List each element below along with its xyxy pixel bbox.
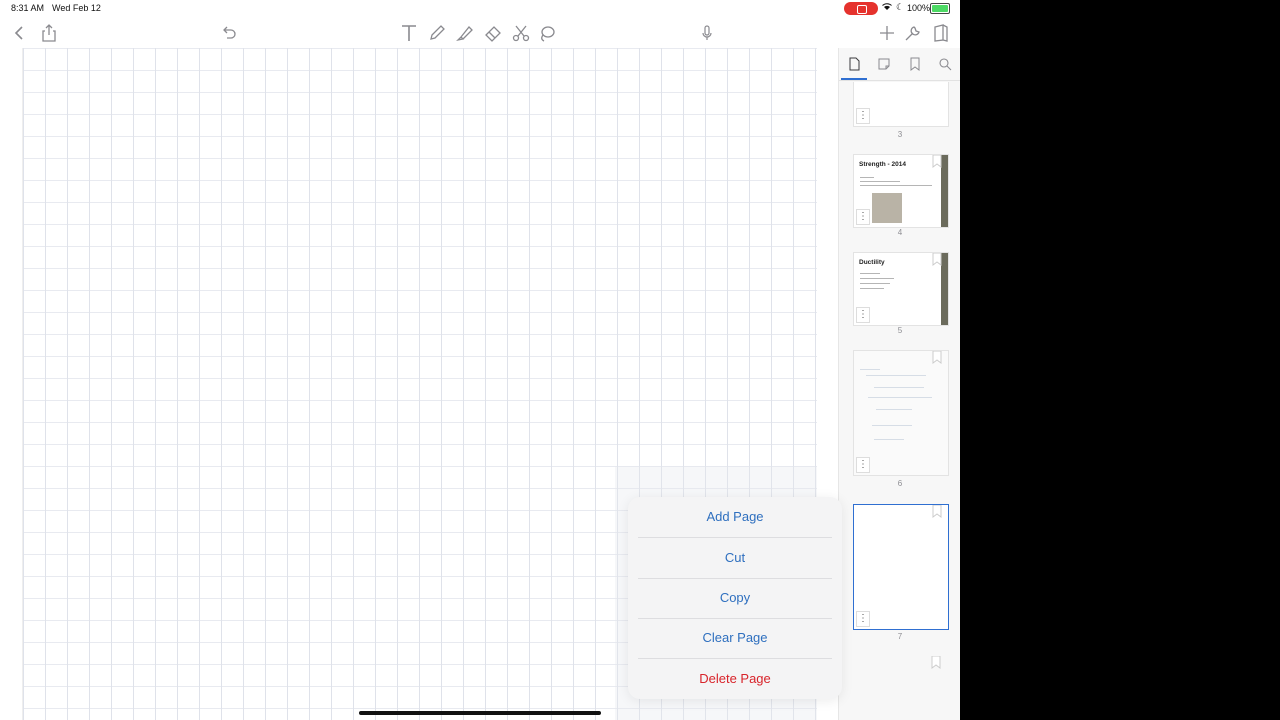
outline-tab-icon[interactable]: [875, 54, 893, 74]
status-date: Wed Feb 12: [52, 3, 101, 13]
page-number: 7: [897, 632, 903, 641]
cut-menu-item[interactable]: Cut: [628, 538, 842, 578]
page-number: 6: [897, 479, 903, 488]
home-indicator[interactable]: [359, 711, 601, 715]
bookmark-tab-icon[interactable]: [906, 54, 924, 74]
thumbnail-side-bar: [941, 253, 948, 325]
add-page-menu-item[interactable]: Add Page: [628, 497, 842, 537]
page-thumbnail-selected[interactable]: ⋮: [853, 504, 949, 630]
page-thumbnail[interactable]: Strength - 2014 ⋮: [853, 154, 949, 228]
thumbnail-title: Ductility: [859, 259, 885, 266]
page-number: 3: [897, 130, 903, 139]
search-tab-icon[interactable]: [936, 54, 954, 74]
toolbar: [0, 18, 960, 48]
delete-page-menu-item[interactable]: Delete Page: [628, 659, 842, 699]
page-number: 4: [897, 228, 903, 237]
status-bar: 8:31 AM Wed Feb 12 ☾ 100%: [0, 0, 960, 18]
page-thumbnail[interactable]: ⋮: [853, 82, 949, 127]
add-icon[interactable]: [874, 18, 900, 48]
undo-icon[interactable]: [216, 18, 242, 48]
page-thumbnails-sidebar: ⋮ 3 Strength - 2014 ⋮ 4 Ductility ⋮ 5 ⋮ …: [838, 48, 960, 720]
clear-page-menu-item[interactable]: Clear Page: [628, 618, 842, 658]
text-tool-icon[interactable]: [396, 18, 422, 48]
page-thumbnail[interactable]: [853, 656, 947, 720]
lasso-icon[interactable]: [534, 18, 560, 48]
page-options-icon[interactable]: ⋮: [856, 611, 870, 627]
ipad-screen: 8:31 AM Wed Feb 12 ☾ 100% ⋮ 3 Strength -…: [0, 0, 960, 720]
screen-record-icon: [844, 2, 878, 15]
pen-icon[interactable]: [424, 18, 450, 48]
do-not-disturb-icon: ☾: [896, 2, 905, 12]
page-context-menu: Add Page Cut Copy Clear Page Delete Page: [628, 497, 842, 699]
thumbnail-image: [872, 193, 902, 223]
copy-menu-item[interactable]: Copy: [628, 578, 842, 618]
microphone-icon[interactable]: [694, 18, 720, 48]
bookmark-icon[interactable]: [932, 253, 942, 266]
battery-icon: [930, 3, 950, 14]
scissors-icon[interactable]: [508, 18, 534, 48]
page-thumbnail[interactable]: Ductility ⋮: [853, 252, 949, 326]
status-time: 8:31 AM: [11, 3, 45, 13]
eraser-icon[interactable]: [480, 18, 506, 48]
thumbnail-title: Strength - 2014: [859, 161, 906, 168]
bookmark-icon[interactable]: [932, 351, 942, 364]
page-options-icon[interactable]: ⋮: [856, 307, 870, 323]
thumbnail-side-bar: [941, 155, 948, 227]
bookmark-icon[interactable]: [932, 155, 942, 168]
share-icon[interactable]: [36, 18, 62, 48]
sidebar-tabs: [839, 48, 960, 81]
wifi-icon: [882, 2, 892, 13]
battery-percentage: 100%: [907, 3, 931, 13]
notebook-icon[interactable]: [928, 18, 954, 48]
pages-tab-icon[interactable]: [841, 54, 867, 80]
page-thumbnail[interactable]: ⋮: [853, 350, 949, 476]
highlighter-icon[interactable]: [452, 18, 478, 48]
page-number: 5: [897, 326, 903, 335]
back-chevron-icon[interactable]: [6, 18, 32, 48]
page-options-icon[interactable]: ⋮: [856, 108, 870, 124]
bookmark-icon[interactable]: [931, 656, 941, 669]
page-options-icon[interactable]: ⋮: [856, 457, 870, 473]
page-options-icon[interactable]: ⋮: [856, 209, 870, 225]
bookmark-icon[interactable]: [932, 505, 942, 518]
wrench-icon[interactable]: [900, 18, 926, 48]
